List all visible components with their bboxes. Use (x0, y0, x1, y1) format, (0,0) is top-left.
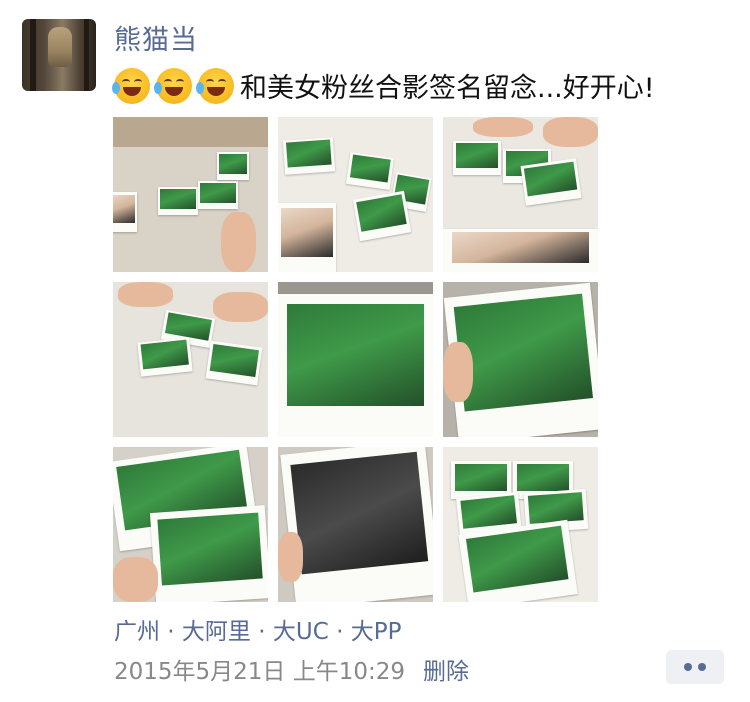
photo-8[interactable] (278, 447, 433, 602)
delete-button[interactable]: 删除 (423, 659, 469, 685)
cat-image (48, 27, 72, 67)
photo-5[interactable] (278, 282, 433, 437)
post-meta: 2015年5月21日 上午10:29 删除 (114, 652, 469, 686)
photo-6[interactable] (443, 282, 598, 437)
photo-9[interactable] (443, 447, 598, 602)
post-text-body: 和美女粉丝合影签名留念...好开心! (240, 73, 655, 104)
location-link[interactable]: 广州 · 大阿里 · 大UC · 大PP (114, 612, 401, 646)
avatar[interactable] (22, 19, 96, 91)
username[interactable]: 熊猫当 (114, 18, 198, 57)
laughing-with-tears-icon (112, 68, 150, 104)
photo-1[interactable] (113, 117, 268, 272)
avatar-bars (30, 19, 36, 91)
more-dots-icon (684, 663, 692, 671)
more-dots-icon (698, 663, 706, 671)
post-text: 和美女粉丝合影签名留念...好开心! (112, 66, 655, 105)
photo-grid (113, 117, 598, 602)
avatar-bars (84, 19, 89, 91)
more-button[interactable] (666, 650, 724, 684)
photo-2[interactable] (278, 117, 433, 272)
timestamp: 2015年5月21日 上午10:29 (114, 659, 406, 685)
laughing-with-tears-icon (196, 68, 234, 104)
laughing-with-tears-icon (154, 68, 192, 104)
photo-4[interactable] (113, 282, 268, 437)
photo-3[interactable] (443, 117, 598, 272)
photo-7[interactable] (113, 447, 268, 602)
